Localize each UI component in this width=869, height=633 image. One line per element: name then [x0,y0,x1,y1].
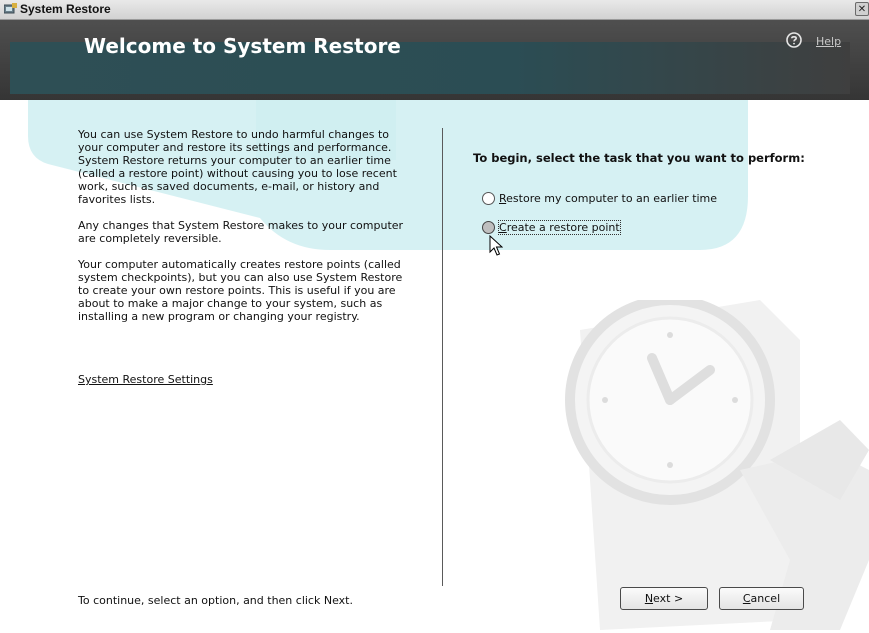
radio-restore-earlier-time[interactable] [482,192,495,205]
header-banner [0,20,869,100]
help-link[interactable]: Help [816,35,841,48]
system-restore-app-icon [4,3,17,14]
cancel-button[interactable]: Cancel [719,587,804,610]
intro-paragraph-1: You can use System Restore to undo harmf… [78,128,397,206]
option-label-create[interactable]: Create a restore point [498,220,621,235]
next-button[interactable]: Next > [620,587,708,610]
mouse-cursor-icon [489,235,503,256]
footer-instruction: To continue, select an option, and then … [78,594,353,607]
window-titlebar: System Restore ✕ [0,0,869,20]
system-restore-settings-link[interactable]: System Restore Settings [78,373,213,386]
intro-paragraph-2: Any changes that System Restore makes to… [78,219,404,245]
radio-create-restore-point[interactable] [482,221,495,234]
clock-illustration [565,300,869,630]
window-title: System Restore [20,2,111,16]
page-title: Welcome to System Restore [84,34,401,58]
help-circle-icon[interactable] [786,32,802,48]
intro-paragraph-3: Your computer automatically creates rest… [78,258,403,323]
intro-text: You can use System Restore to undo harmf… [78,128,413,336]
option-label-restore[interactable]: Restore my computer to an earlier time [499,192,717,205]
vertical-divider [442,128,443,586]
task-prompt: To begin, select the task that you want … [473,151,805,165]
close-icon[interactable]: ✕ [855,2,869,16]
